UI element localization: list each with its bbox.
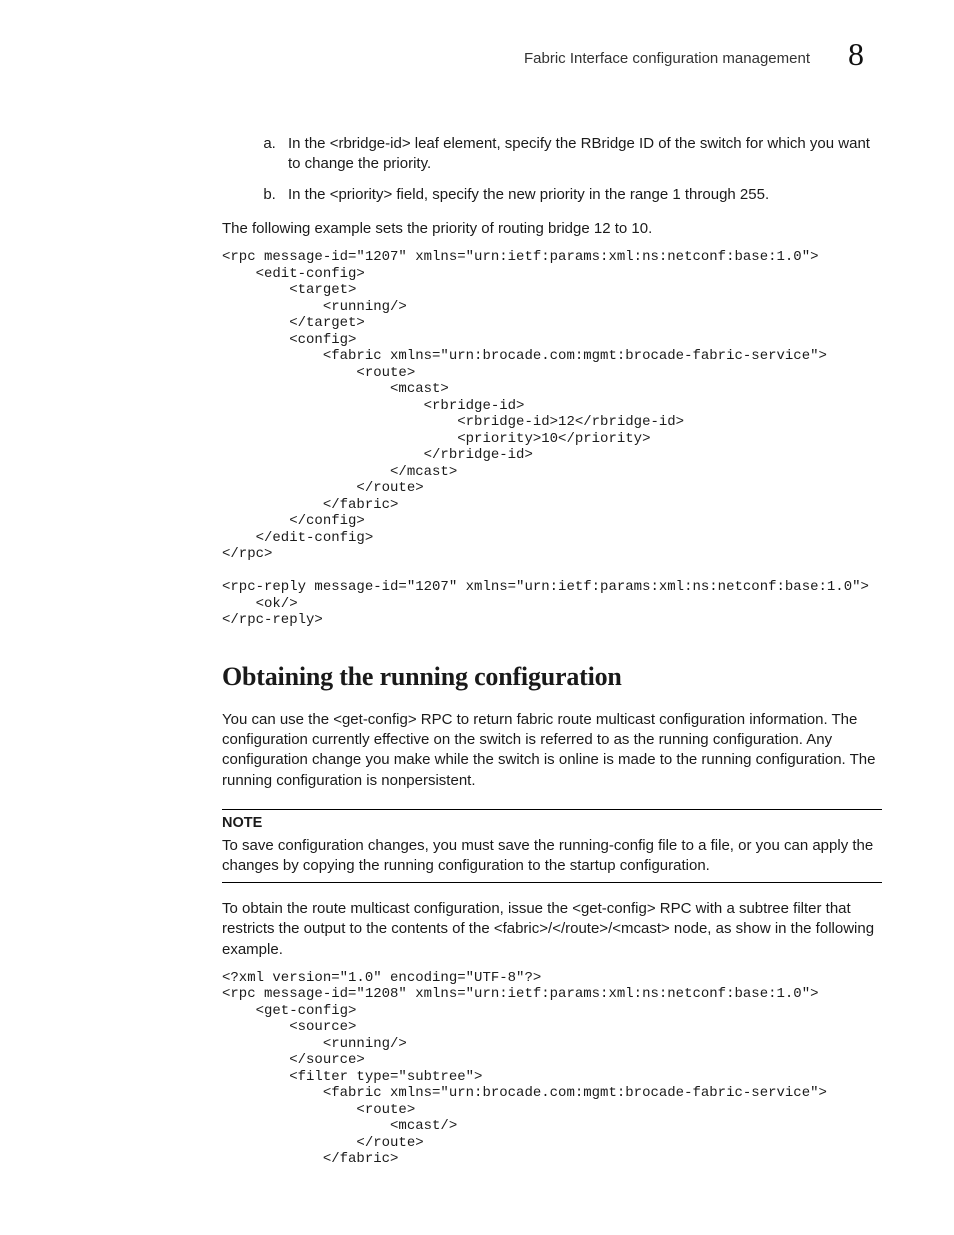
section-paragraph-2: To obtain the route multicast configurat… [222,899,882,960]
code-block-rpc-getconfig: <?xml version="1.0" encoding="UTF-8"?> <… [222,970,882,1168]
page-header: Fabric Interface configuration managemen… [222,48,882,104]
step-a: In the <rbridge-id> leaf element, specif… [280,134,882,175]
step-b: In the <priority> field, specify the new… [280,185,882,205]
note-text: To save configuration changes, you must … [222,837,873,874]
note-box: NOTE To save configuration changes, you … [222,809,882,883]
steps-followup: The following example sets the priority … [222,219,882,239]
section-heading: Obtaining the running configuration [222,659,882,694]
note-label: NOTE [222,814,882,834]
page-content: Fabric Interface configuration managemen… [222,48,882,1190]
chapter-number: 8 [848,36,864,73]
code-block-rpc-edit: <rpc message-id="1207" xmlns="urn:ietf:p… [222,249,882,629]
header-title: Fabric Interface configuration managemen… [524,50,810,67]
section-paragraph-1: You can use the <get-config> RPC to retu… [222,710,882,791]
main-content: In the <rbridge-id> leaf element, specif… [222,134,882,1168]
step-list: In the <rbridge-id> leaf element, specif… [222,134,882,205]
